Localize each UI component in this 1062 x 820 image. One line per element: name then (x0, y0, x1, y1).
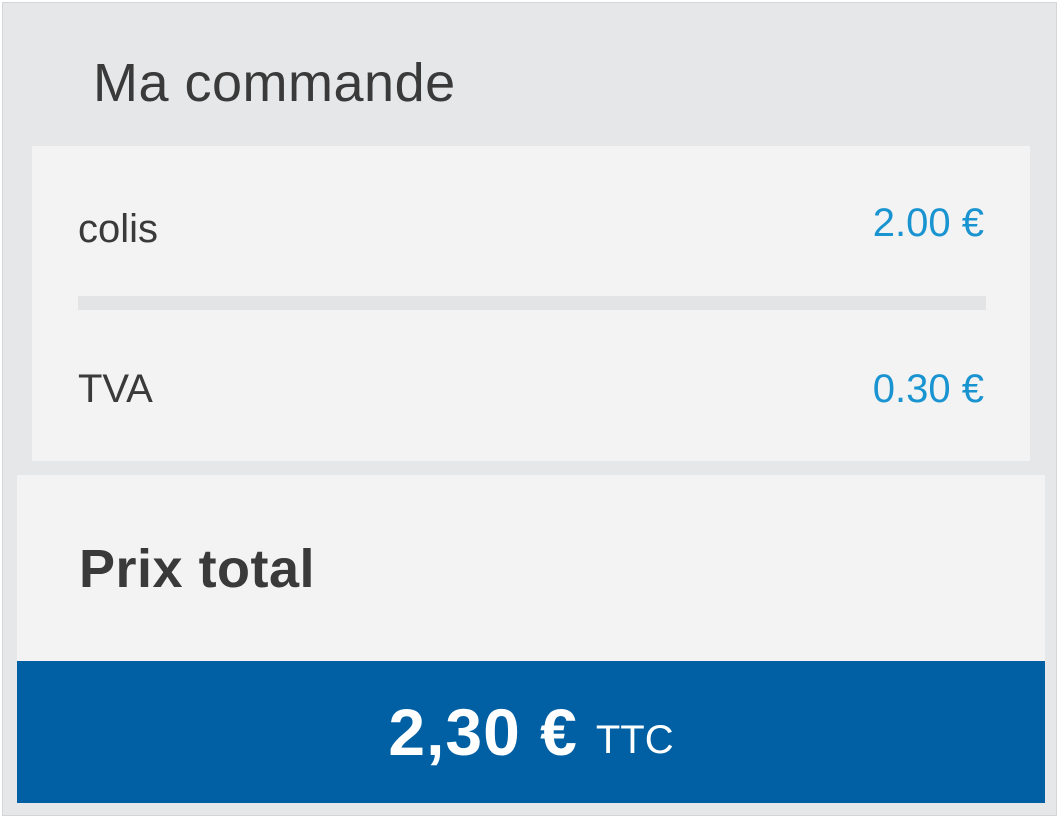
line-divider (78, 296, 986, 310)
total-card: Prix total (17, 475, 1045, 661)
order-title: Ma commande (93, 53, 456, 113)
total-price-label: Prix total (79, 539, 316, 599)
total-price-bar: 2,30 € TTC (17, 661, 1045, 803)
order-lines-card: colis 2.00 € TVA 0.30 € (32, 146, 1030, 461)
order-line-label: colis (78, 207, 159, 251)
order-line-tva: TVA 0.30 € (78, 364, 984, 424)
total-price-tax-suffix: TTC (595, 718, 674, 762)
order-line-label: TVA (78, 367, 153, 411)
order-summary-panel: Ma commande colis 2.00 € TVA 0.30 € Prix… (2, 2, 1057, 816)
order-line-amount: 0.30 € (872, 367, 984, 411)
order-line-colis: colis 2.00 € (78, 198, 984, 258)
total-price-amount: 2,30 € (388, 695, 578, 769)
order-line-amount: 2.00 € (872, 201, 984, 245)
